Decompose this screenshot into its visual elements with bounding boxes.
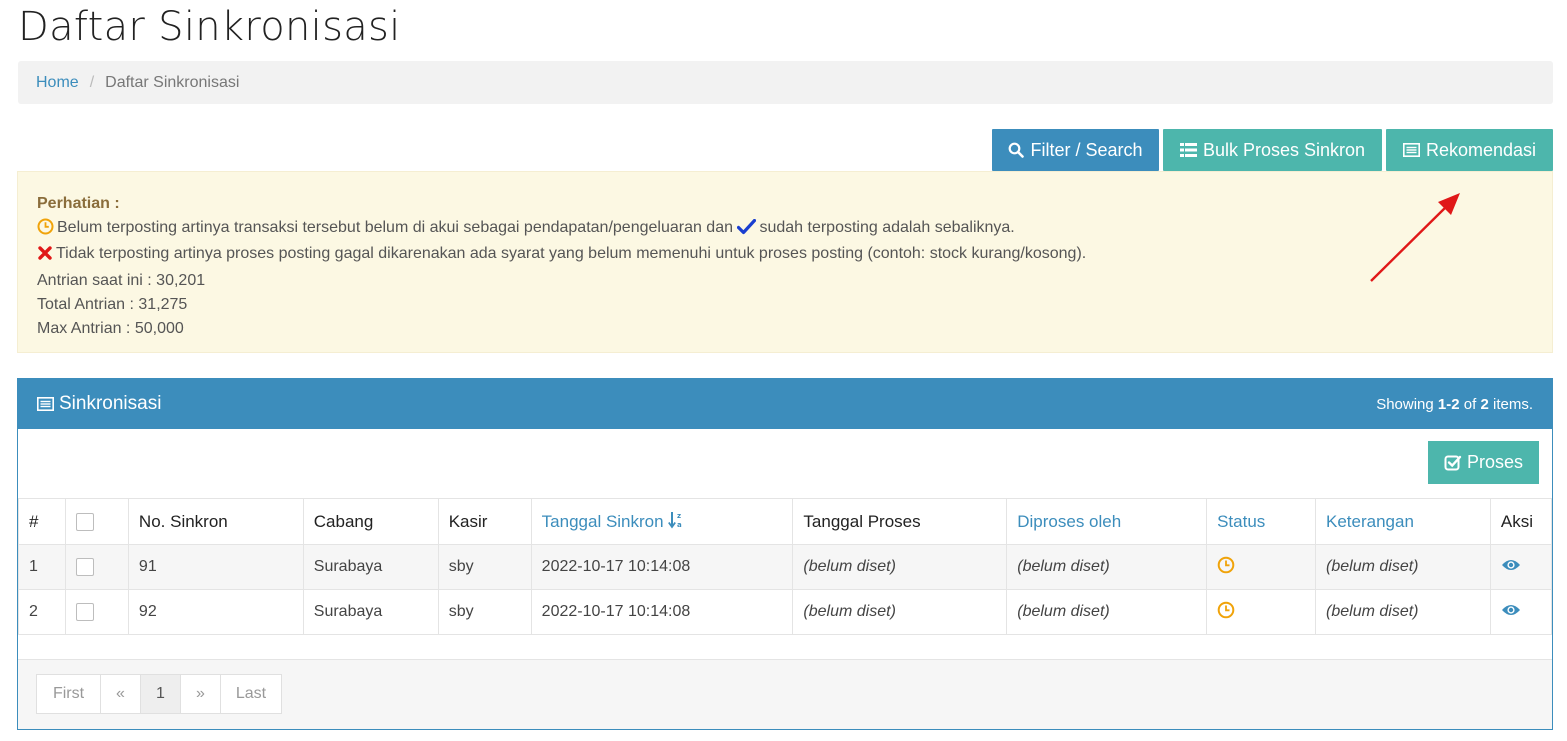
page-title: Daftar Sinkronisasi [18,4,401,50]
clock-icon [1217,601,1235,618]
notice-line-belum: Belum terposting artinya transaksi terse… [37,216,1533,243]
cell-tanggal-proses: (belum diset) [792,544,1008,590]
col-tanggal-sinkron[interactable]: Tanggal Sinkron za [530,498,794,545]
breadcrumb: Home / Daftar Sinkronisasi [18,61,1553,104]
bulk-proses-sinkron-button[interactable]: Bulk Proses Sinkron [1163,129,1382,171]
svg-text:a: a [677,521,682,529]
summary-mid: of [1459,395,1481,413]
cell-tanggal-sinkron: 2022-10-17 10:14:08 [530,589,794,635]
cell-aksi [1489,544,1553,590]
items-summary: Showing 1-2 of 2 items. [1376,396,1533,413]
cross-icon [37,245,53,269]
table-row: 1 91 Surabaya sby 2022-10-17 10:14:08 (b… [18,544,1553,590]
rekomendasi-label: Rekomendasi [1425,139,1537,160]
page-next[interactable]: » [180,674,221,714]
cell-keterangan: (belum diset) [1315,589,1491,635]
summary-prefix: Showing [1376,395,1438,413]
cell-diproses-oleh: (belum diset) [1006,544,1208,590]
col-diproses-oleh[interactable]: Diproses oleh [1006,498,1208,545]
bulk-proses-sinkron-label: Bulk Proses Sinkron [1202,139,1366,160]
cell-status [1206,589,1317,635]
cell-cabang: Surabaya [302,589,439,635]
cell-aksi [1489,589,1553,635]
clock-icon [1217,556,1235,573]
cell-keterangan: (belum diset) [1315,544,1491,590]
notice-alert: Perhatian : Belum terposting artinya tra… [17,171,1553,353]
filter-search-label: Filter / Search [1030,139,1143,160]
check-icon [737,218,757,243]
cell-tanggal-proses: (belum diset) [792,589,1008,635]
panel-header: Sinkronisasi Showing 1-2 of 2 items. [18,379,1552,429]
breadcrumb-separator: / [89,73,95,91]
summary-suffix: items. [1488,395,1533,413]
col-cabang: Cabang [302,498,439,545]
cell-num: 2 [18,589,66,635]
notice-antrian-saat-ini: Antrian saat ini : 30,201 [37,272,206,290]
notice-line1-b: sudah terposting adalah sebaliknya. [759,218,1015,236]
notice-line2: Tidak terposting artinya proses posting … [56,245,1087,263]
proses-label: Proses [1466,452,1524,472]
cell-kasir: sby [437,544,532,590]
page-last[interactable]: Last [220,674,282,714]
filter-search-button[interactable]: Filter / Search [992,129,1159,171]
panel-title-label: Sinkronisasi [59,393,162,414]
proses-button[interactable]: Proses [1428,441,1539,484]
page-prev[interactable]: « [100,674,141,714]
notice-line-tidak: Tidak terposting artinya proses posting … [37,242,1533,269]
svg-text:z: z [677,512,681,520]
col-status[interactable]: Status [1206,498,1317,545]
sinkronisasi-table: # No. Sinkron Cabang Kasir Tanggal Sinkr… [18,498,1553,635]
summary-range: 1-2 [1437,395,1460,413]
page-first[interactable]: First [36,674,101,714]
check-square-icon [1444,455,1462,470]
cell-select [64,589,129,635]
row-checkbox[interactable] [75,557,94,576]
pagination: First « 1 » Last [36,674,282,714]
cell-select [64,544,129,590]
sinkronisasi-panel: Sinkronisasi Showing 1-2 of 2 items. Pro… [17,378,1553,730]
cell-tanggal-sinkron: 2022-10-17 10:14:08 [530,544,794,590]
cell-kasir: sby [437,589,532,635]
row-checkbox[interactable] [75,602,94,621]
rekomendasi-button[interactable]: Rekomendasi [1386,129,1553,171]
annotation-arrow [1370,193,1460,282]
col-keterangan[interactable]: Keterangan [1315,498,1491,545]
panel-footer: First « 1 » Last [18,659,1552,729]
breadcrumb-current: Daftar Sinkronisasi [105,73,240,91]
notice-total-antrian: Total Antrian : 31,275 [37,295,188,313]
select-all-checkbox[interactable] [75,513,94,532]
notice-header: Perhatian : [37,195,120,212]
table-header-row: # No. Sinkron Cabang Kasir Tanggal Sinkr… [18,498,1553,545]
cell-diproses-oleh: (belum diset) [1006,589,1208,635]
list-alt-icon [37,397,54,411]
cell-status [1206,544,1317,590]
notice-max-antrian: Max Antrian : 50,000 [37,319,184,337]
notice-line1-a: Belum terposting artinya transaksi terse… [57,218,733,236]
cell-no-sinkron: 91 [127,544,304,590]
col-tanggal-sinkron-label: Tanggal Sinkron [541,512,664,531]
panel-title: Sinkronisasi [37,393,161,415]
list-icon [1179,143,1197,157]
breadcrumb-home-link[interactable]: Home [36,74,79,92]
col-select-all [64,498,129,545]
list-alt-icon [1402,143,1420,157]
clock-icon [37,218,54,243]
col-tanggal-proses: Tanggal Proses [792,498,1008,545]
summary-total: 2 [1480,395,1489,413]
cell-num: 1 [18,544,66,590]
col-no-sinkron: No. Sinkron [127,498,304,545]
col-kasir: Kasir [437,498,532,545]
table-row: 2 92 Surabaya sby 2022-10-17 10:14:08 (b… [18,589,1553,635]
eye-icon[interactable] [1501,603,1521,617]
page-current[interactable]: 1 [140,674,181,714]
search-icon [1009,142,1025,158]
col-aksi: Aksi [1489,498,1553,545]
cell-no-sinkron: 92 [127,589,304,635]
col-num: # [18,498,66,545]
sort-desc-icon: za [668,512,682,529]
eye-icon[interactable] [1501,558,1521,572]
cell-cabang: Surabaya [302,544,439,590]
